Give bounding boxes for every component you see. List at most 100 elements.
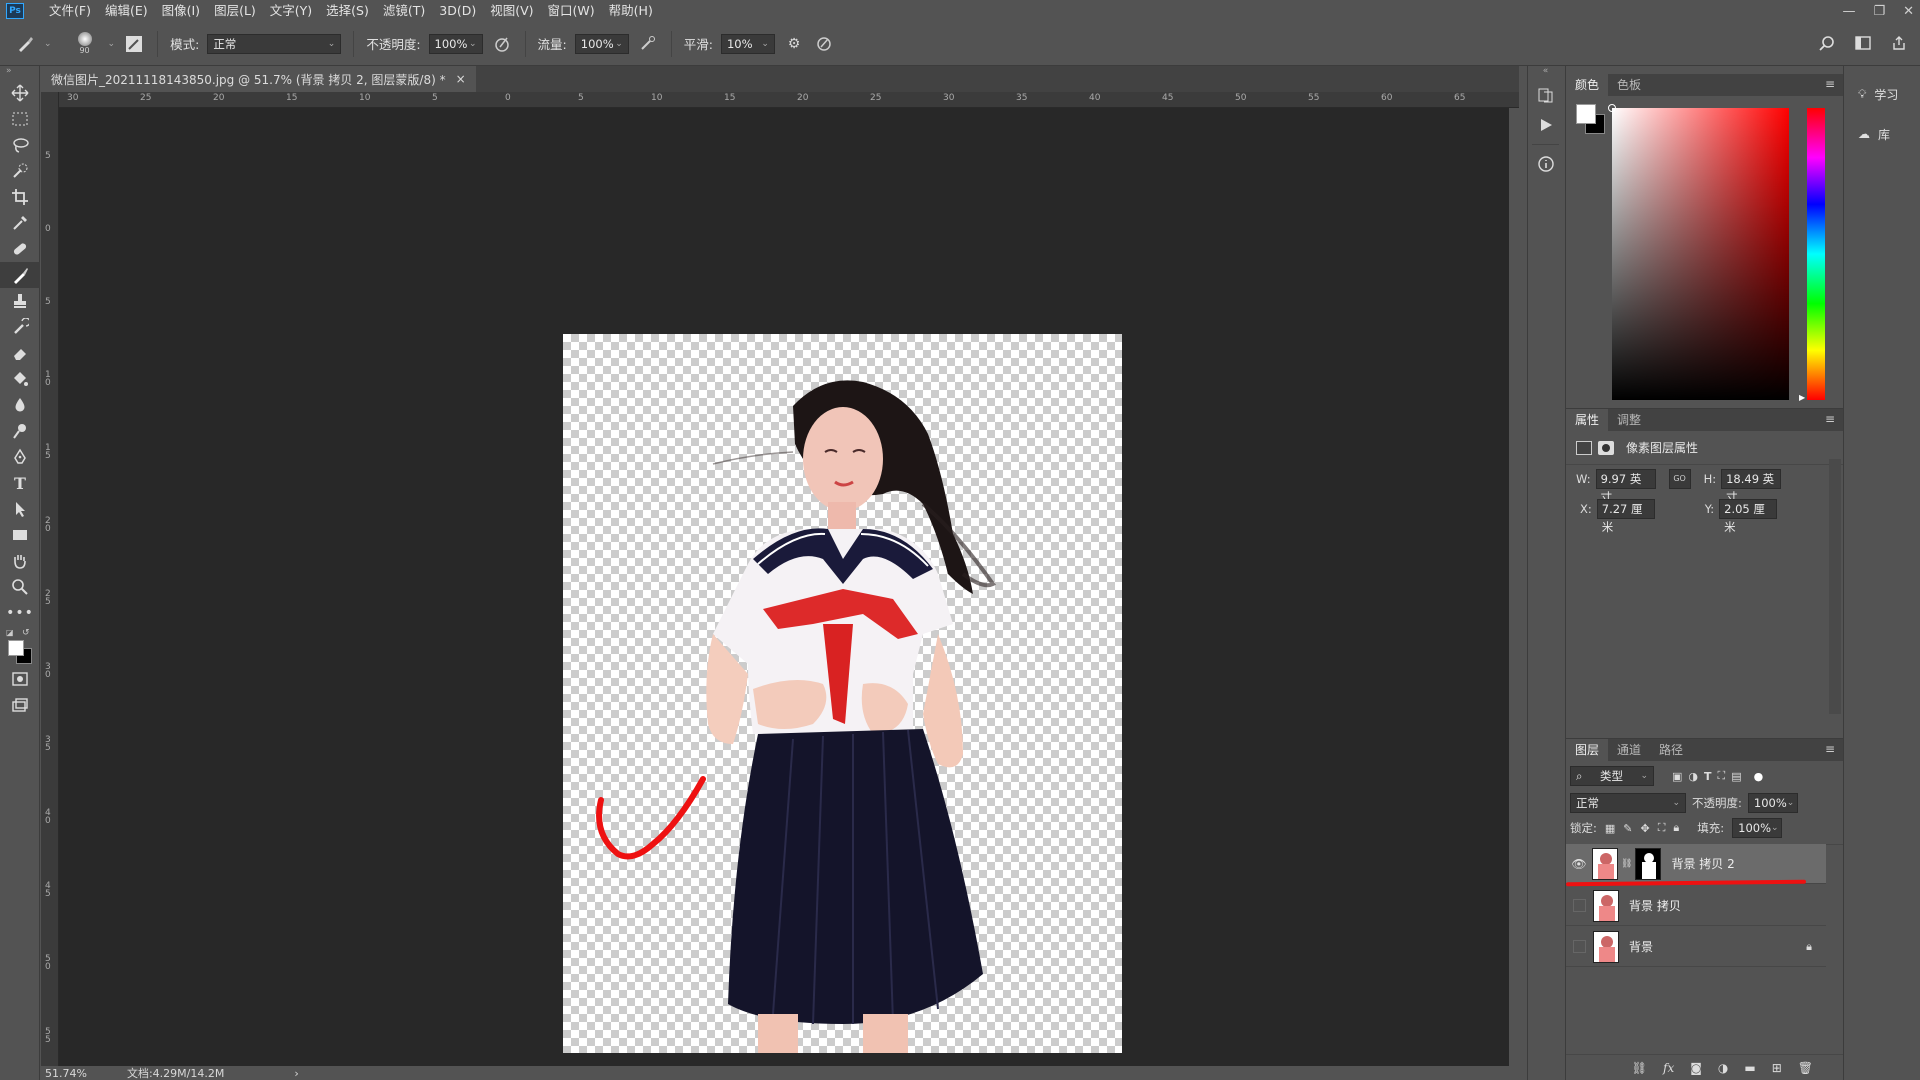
brush-preset-chevron-icon[interactable]: ⌄: [108, 39, 116, 49]
layer-opacity-input[interactable]: 100% ⌄: [1747, 793, 1798, 813]
gear-icon[interactable]: ⚙: [783, 33, 805, 55]
mode-select[interactable]: 正常 ⌄: [207, 33, 342, 54]
zoom-level[interactable]: 51.74%: [45, 1067, 87, 1080]
quick-mask-icon[interactable]: [0, 666, 40, 692]
dodge-tool-icon[interactable]: [0, 418, 40, 444]
lock-all-icon[interactable]: 🔒︎: [1673, 821, 1679, 835]
hand-tool-icon[interactable]: [0, 548, 40, 574]
link-dimensions-icon[interactable]: GO: [1668, 469, 1691, 489]
collapse-arrows-icon[interactable]: «: [1528, 66, 1563, 80]
menu-edit[interactable]: 编辑(E): [98, 0, 155, 22]
layer-thumbnail[interactable]: [1593, 889, 1619, 922]
pen-tool-icon[interactable]: [0, 444, 40, 470]
menu-type[interactable]: 文字(Y): [263, 0, 319, 22]
image-layer-icon[interactable]: [1576, 440, 1592, 455]
move-tool-icon[interactable]: [0, 80, 40, 106]
brush-settings-icon[interactable]: [123, 33, 145, 55]
tab-color[interactable]: 颜色: [1566, 74, 1609, 96]
x-field[interactable]: 7.27 厘米: [1596, 499, 1655, 534]
lasso-tool-icon[interactable]: [0, 132, 40, 158]
layer-name[interactable]: 背景 拷贝 2: [1671, 855, 1734, 872]
properties-scrollbar[interactable]: [1829, 459, 1841, 714]
document-canvas[interactable]: [563, 334, 1122, 1053]
library-button[interactable]: ☁︎ 库: [1844, 114, 1920, 154]
screen-mode-icon[interactable]: [0, 692, 40, 718]
eyedropper-tool-icon[interactable]: [0, 210, 40, 236]
type-tool-icon[interactable]: T: [0, 470, 40, 496]
marquee-tool-icon[interactable]: [0, 106, 40, 132]
brush-tool-icon[interactable]: [0, 262, 40, 288]
menu-image[interactable]: 图像(I): [155, 0, 207, 22]
add-mask-icon[interactable]: ◙: [1690, 1061, 1702, 1075]
mask-icon[interactable]: [1598, 440, 1614, 455]
height-field[interactable]: 18.49 英寸: [1721, 469, 1782, 504]
menu-filter[interactable]: 滤镜(T): [376, 0, 432, 22]
smooth-input[interactable]: 10% ⌄: [720, 33, 775, 54]
learn-button[interactable]: 💡︎ 学习: [1844, 74, 1920, 114]
pressure-size-icon[interactable]: [813, 33, 835, 55]
picker-cursor[interactable]: [1608, 104, 1616, 112]
hue-pointer-icon[interactable]: ▶: [1799, 393, 1805, 402]
filter-shape-icon[interactable]: ⛶: [1718, 769, 1726, 783]
opacity-input[interactable]: 100% ⌄: [428, 33, 483, 54]
new-layer-icon[interactable]: ⊞: [1772, 1061, 1782, 1075]
blur-tool-icon[interactable]: [0, 392, 40, 418]
color-swatches[interactable]: ◪ ↺: [0, 626, 39, 666]
visibility-toggle[interactable]: [1573, 940, 1586, 953]
minimize-button[interactable]: —: [1842, 4, 1855, 19]
filter-pixel-icon[interactable]: ▣: [1672, 770, 1682, 783]
pressure-opacity-icon[interactable]: [491, 33, 513, 55]
tab-adjustments[interactable]: 调整: [1608, 409, 1650, 431]
layer-filter-select[interactable]: ⌕ 类型 ⌄: [1570, 766, 1654, 786]
eraser-tool-icon[interactable]: [0, 340, 40, 366]
link-layers-icon[interactable]: ⛓: [1632, 1061, 1647, 1075]
lock-transparent-icon[interactable]: ▦: [1605, 822, 1615, 835]
workspace-icon[interactable]: [1852, 32, 1874, 54]
fill-input[interactable]: 100% ⌄: [1732, 818, 1783, 838]
history-panel-icon[interactable]: [1528, 80, 1564, 110]
blend-mode-select[interactable]: 正常 ⌄: [1570, 793, 1686, 813]
more-tools-icon[interactable]: •••: [0, 600, 40, 626]
brush-tool-icon[interactable]: [14, 33, 36, 55]
crop-tool-icon[interactable]: [0, 184, 40, 210]
hue-slider[interactable]: ▶: [1799, 108, 1825, 402]
menu-3d[interactable]: 3D(D): [432, 0, 483, 22]
tab-channels[interactable]: 通道: [1608, 739, 1650, 761]
canvas-area[interactable]: [59, 108, 1509, 1066]
new-group-icon[interactable]: ▬: [1744, 1061, 1755, 1075]
filter-type-icon[interactable]: T: [1704, 770, 1712, 783]
filter-adjustment-icon[interactable]: ◑: [1688, 770, 1698, 783]
fg-bg-swatches[interactable]: [1576, 104, 1606, 136]
clone-stamp-tool-icon[interactable]: [0, 288, 40, 314]
layer-name[interactable]: 背景: [1629, 938, 1653, 955]
paint-bucket-tool-icon[interactable]: [0, 366, 40, 392]
zoom-tool-icon[interactable]: [0, 574, 40, 600]
new-adjustment-icon[interactable]: ◑: [1718, 1061, 1728, 1075]
layer-thumbnail[interactable]: [1593, 930, 1619, 963]
layer-row[interactable]: 背景 拷贝: [1566, 886, 1826, 926]
collapse-arrows-icon[interactable]: »: [0, 66, 39, 80]
layer-mask-thumbnail[interactable]: [1635, 847, 1662, 880]
layer-row[interactable]: 背景 🔒︎: [1566, 927, 1826, 967]
mask-link-icon[interactable]: ⛓: [1621, 859, 1632, 869]
tab-swatches[interactable]: 色板: [1608, 74, 1650, 96]
layer-name[interactable]: 背景 拷贝: [1629, 897, 1681, 914]
menu-file[interactable]: 文件(F): [42, 0, 98, 22]
actions-play-icon[interactable]: [1528, 110, 1564, 140]
lock-position-icon[interactable]: ✥: [1641, 822, 1650, 835]
path-selection-tool-icon[interactable]: [0, 496, 40, 522]
tab-layers[interactable]: 图层: [1566, 739, 1609, 761]
foreground-color-swatch[interactable]: [8, 640, 24, 656]
panel-menu-icon[interactable]: ≡: [1825, 742, 1835, 756]
y-field[interactable]: 2.05 厘米: [1719, 499, 1778, 534]
menu-layer[interactable]: 图层(L): [207, 0, 263, 22]
fx-icon[interactable]: fx: [1663, 1061, 1674, 1075]
search-icon[interactable]: [1816, 32, 1838, 54]
airbrush-icon[interactable]: [637, 33, 659, 55]
tab-properties[interactable]: 属性: [1566, 409, 1609, 431]
lock-pixels-icon[interactable]: ✎: [1623, 822, 1632, 835]
document-tab[interactable]: 微信图片_20211118143850.jpg @ 51.7% (背景 拷贝 2…: [41, 66, 476, 92]
panel-menu-icon[interactable]: ≡: [1825, 412, 1835, 426]
color-picker-field[interactable]: [1608, 104, 1789, 400]
info-icon[interactable]: [1528, 149, 1564, 179]
